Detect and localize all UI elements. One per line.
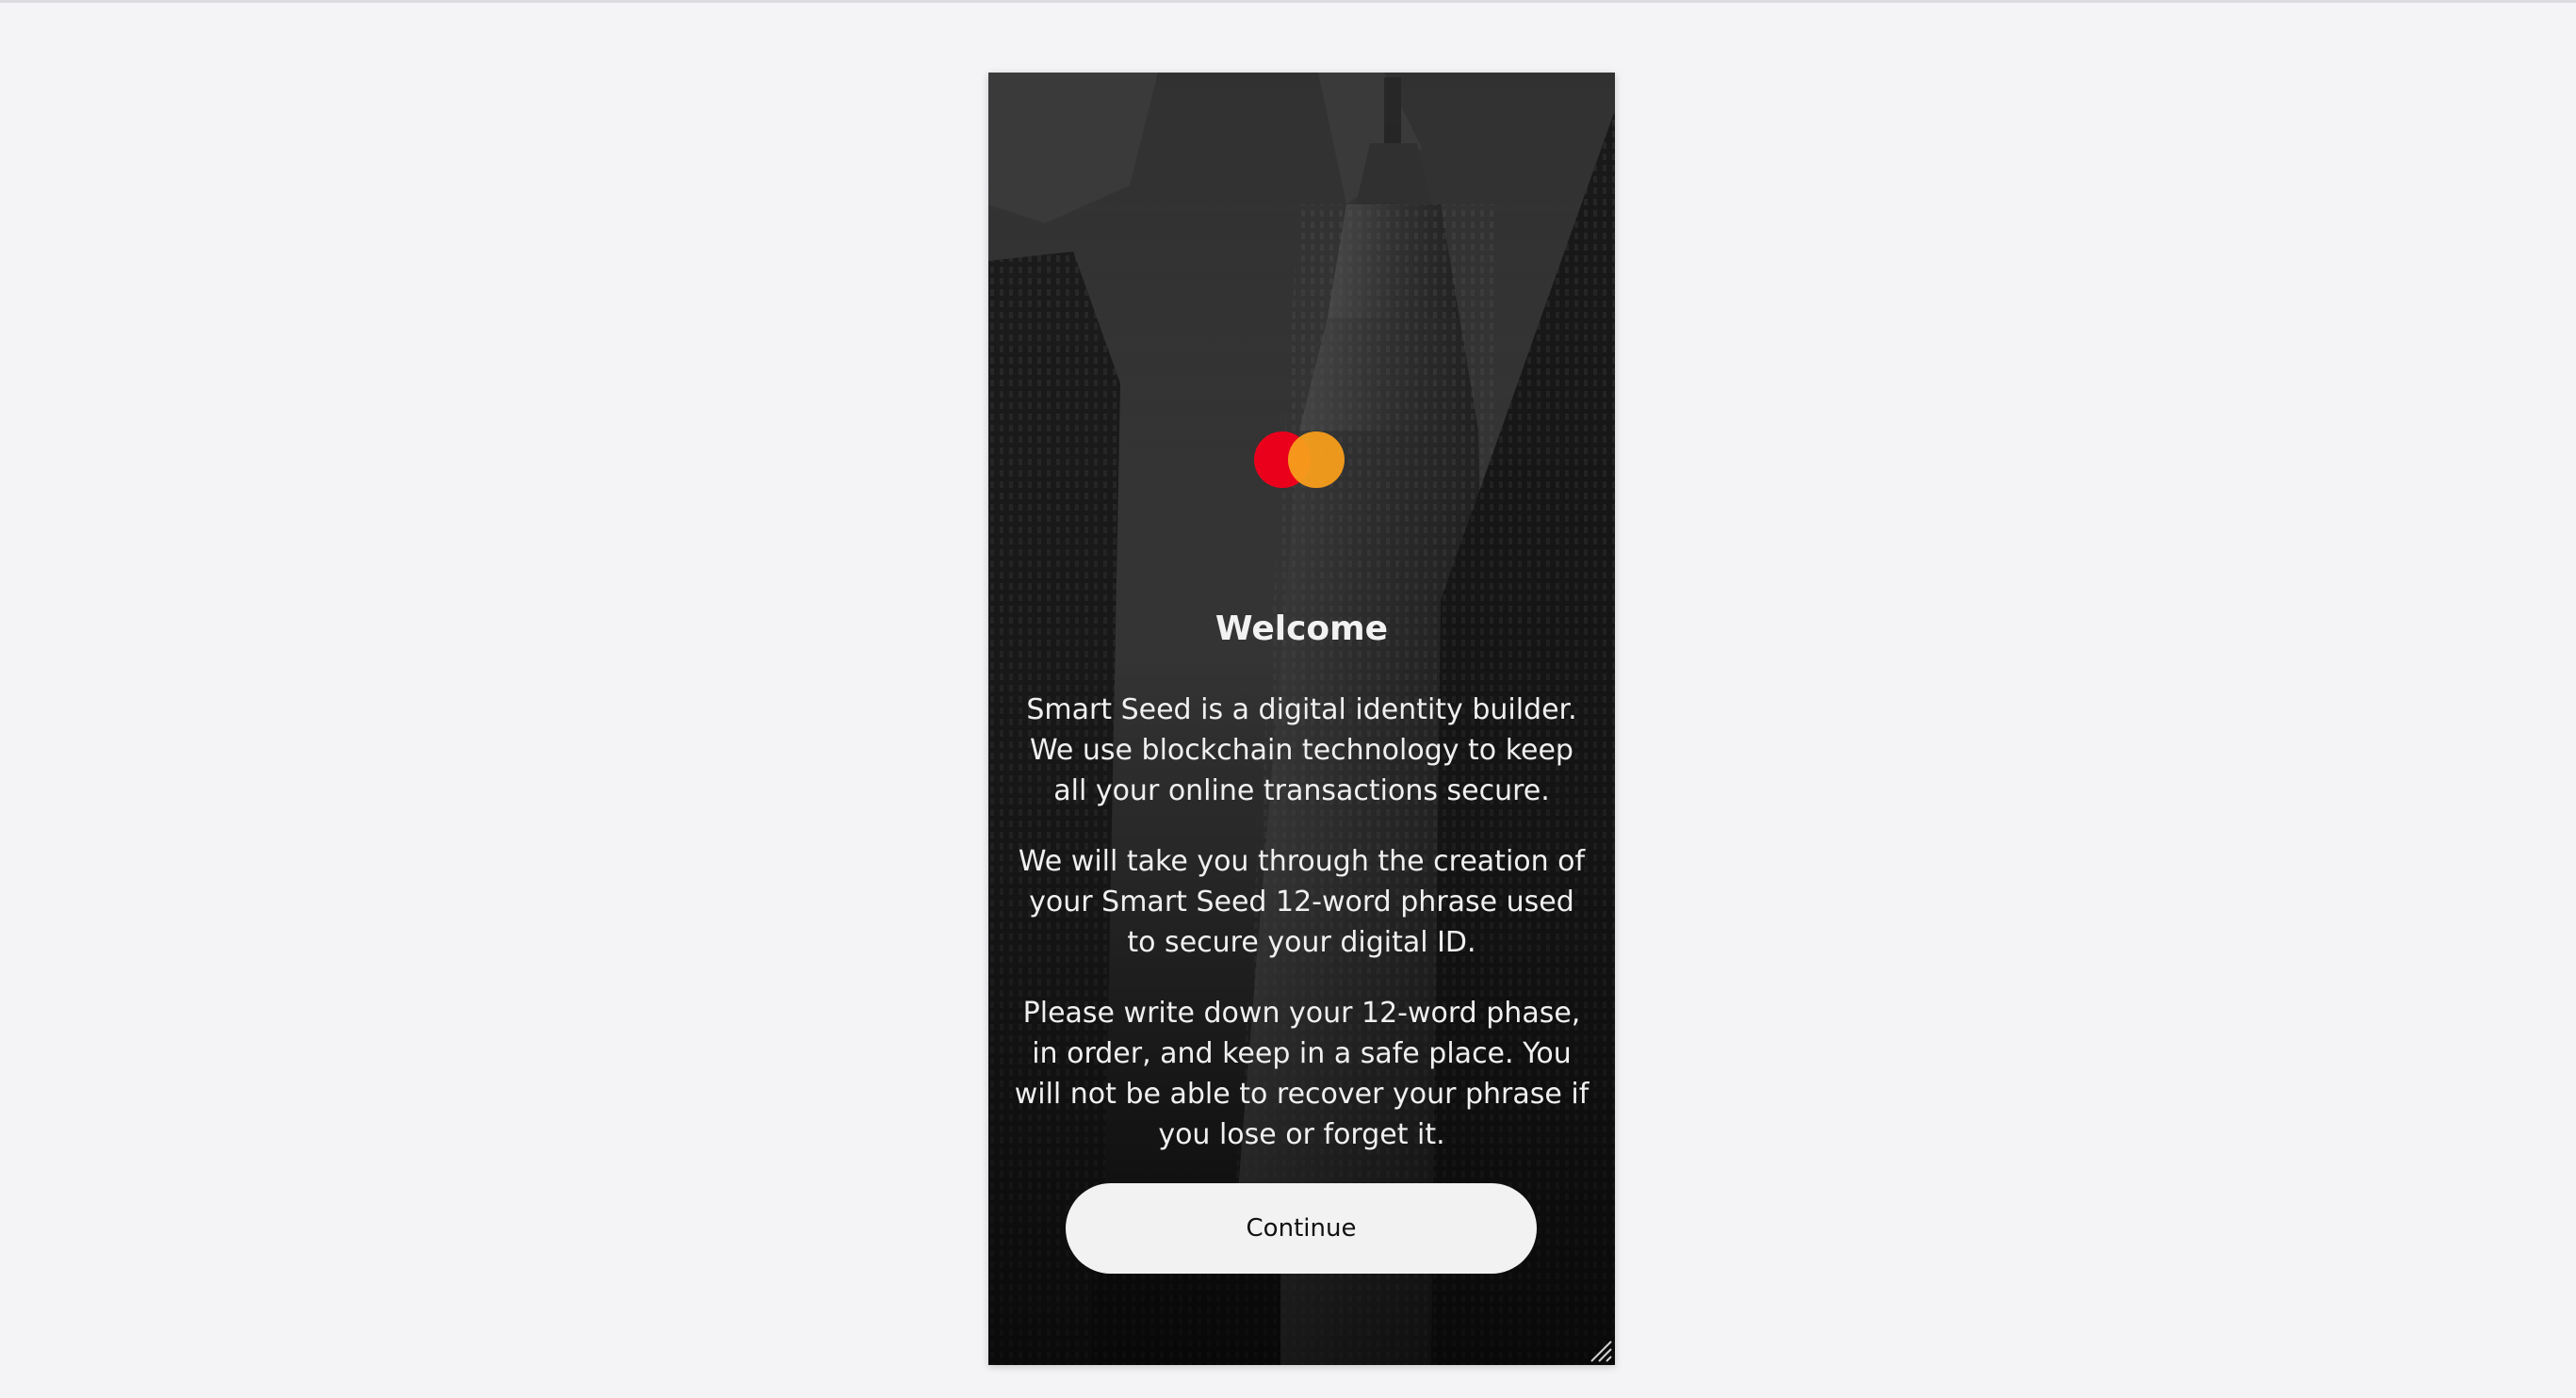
- browser-top-border: [0, 0, 2576, 3]
- mastercard-logo-icon: [1254, 431, 1348, 492]
- intro-paragraph: Smart Seed is a digital identity builder…: [1026, 693, 1577, 807]
- warning-paragraph: Please write down your 12-word phase, in…: [1014, 997, 1590, 1151]
- continue-button[interactable]: Continue: [1066, 1183, 1537, 1274]
- welcome-title: Welcome: [1215, 610, 1389, 648]
- resize-handle-icon[interactable]: [1588, 1338, 1612, 1362]
- logo-orange-circle: [1288, 431, 1345, 488]
- welcome-screen: Welcome Smart Seed is a digital identity…: [988, 73, 1615, 1365]
- process-paragraph: We will take you through the creation of…: [1018, 845, 1586, 959]
- mobile-viewport: Welcome Smart Seed is a digital identity…: [988, 73, 1615, 1365]
